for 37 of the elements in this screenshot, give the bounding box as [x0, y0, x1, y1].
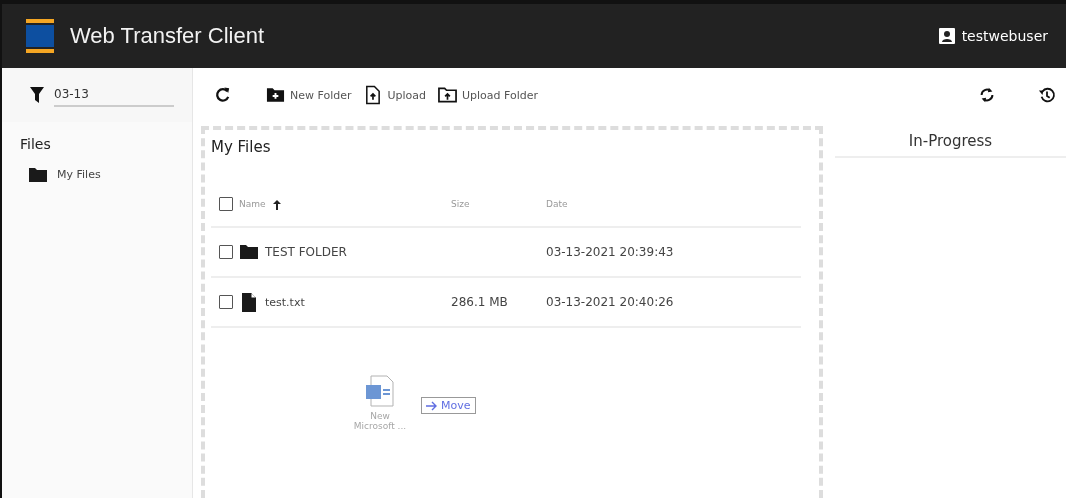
checkbox[interactable]	[219, 197, 233, 211]
upload-button[interactable]: Upload	[361, 83, 429, 107]
upload-folder-button[interactable]: Upload Folder	[436, 83, 541, 107]
table-row[interactable]: TEST FOLDER 03-13-2021 20:39:43	[211, 228, 801, 278]
filter-icon	[30, 87, 44, 103]
history-icon	[1038, 86, 1056, 104]
file-name: TEST FOLDER	[265, 245, 347, 259]
dragged-file-name: New Microsoft ...	[352, 411, 408, 431]
file-upload-icon	[363, 85, 383, 105]
checkbox[interactable]	[219, 295, 233, 309]
checkbox[interactable]	[219, 245, 233, 259]
move-tooltip: Move	[421, 397, 476, 414]
word-document-icon	[365, 375, 395, 407]
new-folder-button[interactable]: New Folder	[264, 83, 354, 107]
folder-icon	[239, 242, 259, 262]
table-row[interactable]: test.txt 286.1 MB 03-13-2021 20:40:26	[211, 278, 801, 328]
folder-upload-icon	[438, 85, 458, 105]
filter-field[interactable]: 03-13	[54, 83, 174, 107]
file-date: 03-13-2021 20:39:43	[546, 245, 674, 259]
arrow-right-icon	[426, 400, 438, 411]
sync-icon	[978, 86, 996, 104]
filter-bar[interactable]: 03-13	[2, 68, 193, 122]
section-title: My Files	[211, 138, 272, 156]
logo-icon	[26, 19, 54, 53]
user-icon	[938, 28, 955, 44]
app-title: Web Transfer Client	[70, 23, 264, 49]
refresh-icon	[213, 85, 232, 105]
sidebar-item[interactable]: My Files	[28, 166, 192, 183]
file-name: test.txt	[265, 295, 305, 309]
file-date: 03-13-2021 20:40:26	[546, 295, 674, 309]
sidebar-title: Files	[20, 136, 52, 152]
file-icon	[239, 292, 259, 312]
panel-title: In-Progress	[835, 122, 1066, 158]
file-size: 286.1 MB	[451, 295, 508, 309]
folder-plus-icon	[266, 85, 285, 105]
folder-icon	[28, 166, 48, 183]
user-menu[interactable]: testwebuser	[938, 28, 1048, 44]
